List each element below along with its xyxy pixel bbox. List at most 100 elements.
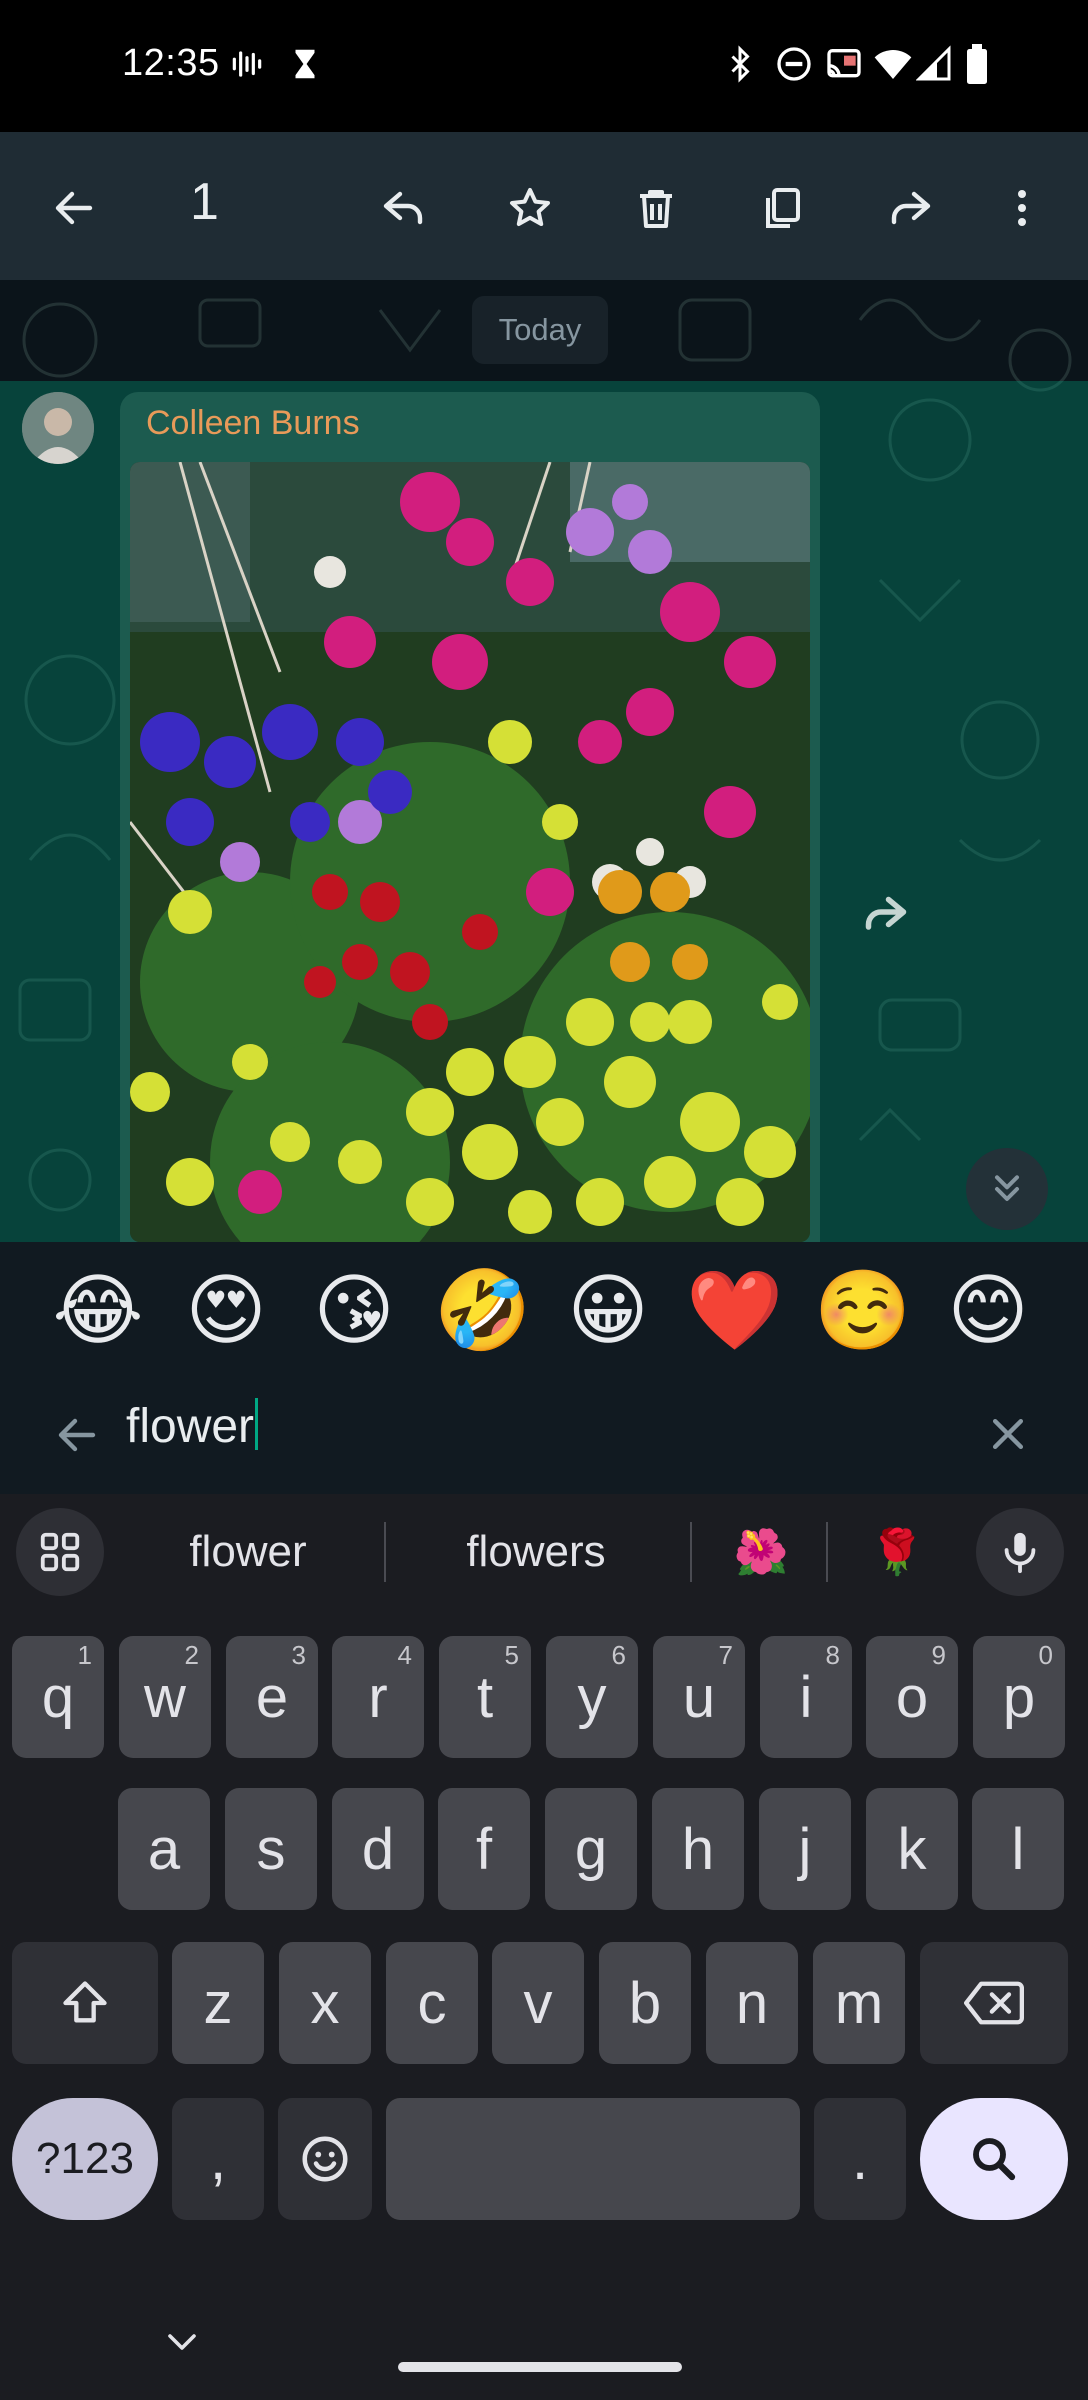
hourglass-icon <box>286 44 324 84</box>
key-j[interactable]: j <box>759 1788 851 1910</box>
forward-shortcut-icon[interactable] <box>846 872 926 952</box>
chat-area[interactable]: Today Colleen Burns <box>0 280 1088 1242</box>
emoji-suggestion[interactable]: 😘 <box>306 1262 402 1358</box>
key-label: w <box>144 1664 186 1730</box>
more-options-icon[interactable] <box>974 160 1070 256</box>
key-label: g <box>574 1816 608 1882</box>
key-a[interactable]: a <box>118 1788 210 1910</box>
chevron-down-icon[interactable] <box>152 2318 212 2366</box>
key-t[interactable]: t5 <box>439 1636 531 1758</box>
battery-icon <box>962 44 992 84</box>
backspace-key[interactable] <box>920 1942 1068 2064</box>
key-hint: 7 <box>718 1640 733 1670</box>
key-hint: 6 <box>611 1640 626 1670</box>
key-m[interactable]: m <box>813 1942 905 2064</box>
key-label: t <box>476 1664 494 1730</box>
close-icon[interactable] <box>972 1398 1044 1470</box>
key-label: s <box>256 1816 286 1882</box>
key-z[interactable]: z <box>172 1942 264 2064</box>
key-s[interactable]: s <box>225 1788 317 1910</box>
key-label: n <box>735 1970 769 2036</box>
emoji-suggestion[interactable]: ☺️ <box>814 1262 911 1358</box>
key-label: b <box>628 1970 662 2036</box>
key-label: z <box>203 1970 233 2036</box>
emoji-suggestion[interactable]: 🤣 <box>434 1262 531 1358</box>
key-label: h <box>681 1816 715 1882</box>
delete-icon[interactable] <box>608 160 704 256</box>
home-indicator[interactable] <box>398 2362 682 2372</box>
suggestion-flowers[interactable]: flowers <box>404 1508 668 1596</box>
key-l[interactable]: l <box>972 1788 1064 1910</box>
scroll-to-bottom-button[interactable] <box>966 1148 1048 1230</box>
smiley-icon <box>302 2136 348 2182</box>
star-icon[interactable] <box>482 160 578 256</box>
double-chevron-down-icon <box>995 1175 1019 1201</box>
space-key[interactable] <box>386 2098 800 2220</box>
key-e[interactable]: e3 <box>226 1636 318 1758</box>
key-label: r <box>368 1664 388 1730</box>
emoji-key[interactable] <box>278 2098 372 2220</box>
key-x[interactable]: x <box>279 1942 371 2064</box>
emoji-suggestion[interactable]: 😂 <box>50 1262 146 1358</box>
search-icon <box>973 2138 1016 2181</box>
key-label: l <box>1011 1816 1025 1882</box>
key-i[interactable]: i8 <box>760 1636 852 1758</box>
key-b[interactable]: b <box>599 1942 691 2064</box>
forward-icon[interactable] <box>862 160 958 256</box>
emoji-suggestion-row <box>0 1242 1088 1374</box>
key-label: a <box>147 1816 181 1882</box>
key-h[interactable]: h <box>652 1788 744 1910</box>
text-caret <box>255 1398 259 1450</box>
key-hint: 8 <box>825 1640 840 1670</box>
copy-icon[interactable] <box>734 160 830 256</box>
shift-icon <box>63 1981 107 2023</box>
key-c[interactable]: c <box>386 1942 478 2064</box>
key-label: u <box>682 1664 716 1730</box>
reply-icon[interactable] <box>356 160 452 256</box>
key-label: p <box>1002 1664 1036 1730</box>
emoji-suggestion[interactable]: 😀 <box>560 1262 656 1358</box>
key-w[interactable]: w2 <box>119 1636 211 1758</box>
key-n[interactable]: n <box>706 1942 798 2064</box>
shift-key[interactable] <box>12 1942 158 2064</box>
key-p[interactable]: p0 <box>973 1636 1065 1758</box>
emoji-suggestion[interactable]: ❤️ <box>686 1262 783 1358</box>
key-o[interactable]: o9 <box>866 1636 958 1758</box>
emoji-search-input[interactable]: flower <box>126 1398 259 1454</box>
key-u[interactable]: u7 <box>653 1636 745 1758</box>
message-image[interactable] <box>130 462 810 1242</box>
emoji-suggestion[interactable]: 😍 <box>178 1262 274 1358</box>
suggestion-rose-emoji[interactable]: 🌹 <box>848 1508 946 1596</box>
key-y[interactable]: y6 <box>546 1636 638 1758</box>
key-f[interactable]: f <box>438 1788 530 1910</box>
search-key[interactable] <box>920 2098 1068 2220</box>
key-label: o <box>895 1664 929 1730</box>
key-g[interactable]: g <box>545 1788 637 1910</box>
suggestion-hibiscus-emoji[interactable]: 🌺 <box>712 1508 810 1596</box>
suggestion-flower[interactable]: flower <box>130 1508 366 1596</box>
key-hint: 1 <box>77 1640 92 1670</box>
grid-menu-icon[interactable] <box>16 1508 104 1596</box>
comma-key[interactable]: , <box>172 2098 264 2220</box>
microphone-icon[interactable] <box>976 1508 1064 1596</box>
key-v[interactable]: v <box>492 1942 584 2064</box>
backspace-icon <box>964 1981 1024 2025</box>
wifi-icon <box>872 44 914 84</box>
back-arrow-icon[interactable] <box>26 160 122 256</box>
key-q[interactable]: q1 <box>12 1636 104 1758</box>
key-label: v <box>523 1970 553 2036</box>
key-label: q <box>41 1664 75 1730</box>
back-arrow-icon[interactable] <box>42 1400 112 1470</box>
period-key[interactable]: . <box>814 2098 906 2220</box>
cast-icon <box>822 44 866 84</box>
emoji-suggestion[interactable]: 😊 <box>940 1262 1036 1358</box>
key-d[interactable]: d <box>332 1788 424 1910</box>
key-hint: 4 <box>397 1640 412 1670</box>
key-label: c <box>417 1970 447 2036</box>
symbols-key[interactable]: ?123 <box>12 2098 158 2220</box>
key-hint: 2 <box>184 1640 199 1670</box>
key-r[interactable]: r4 <box>332 1636 424 1758</box>
key-k[interactable]: k <box>866 1788 958 1910</box>
avatar[interactable] <box>22 392 94 464</box>
selected-count: 1 <box>190 173 219 231</box>
